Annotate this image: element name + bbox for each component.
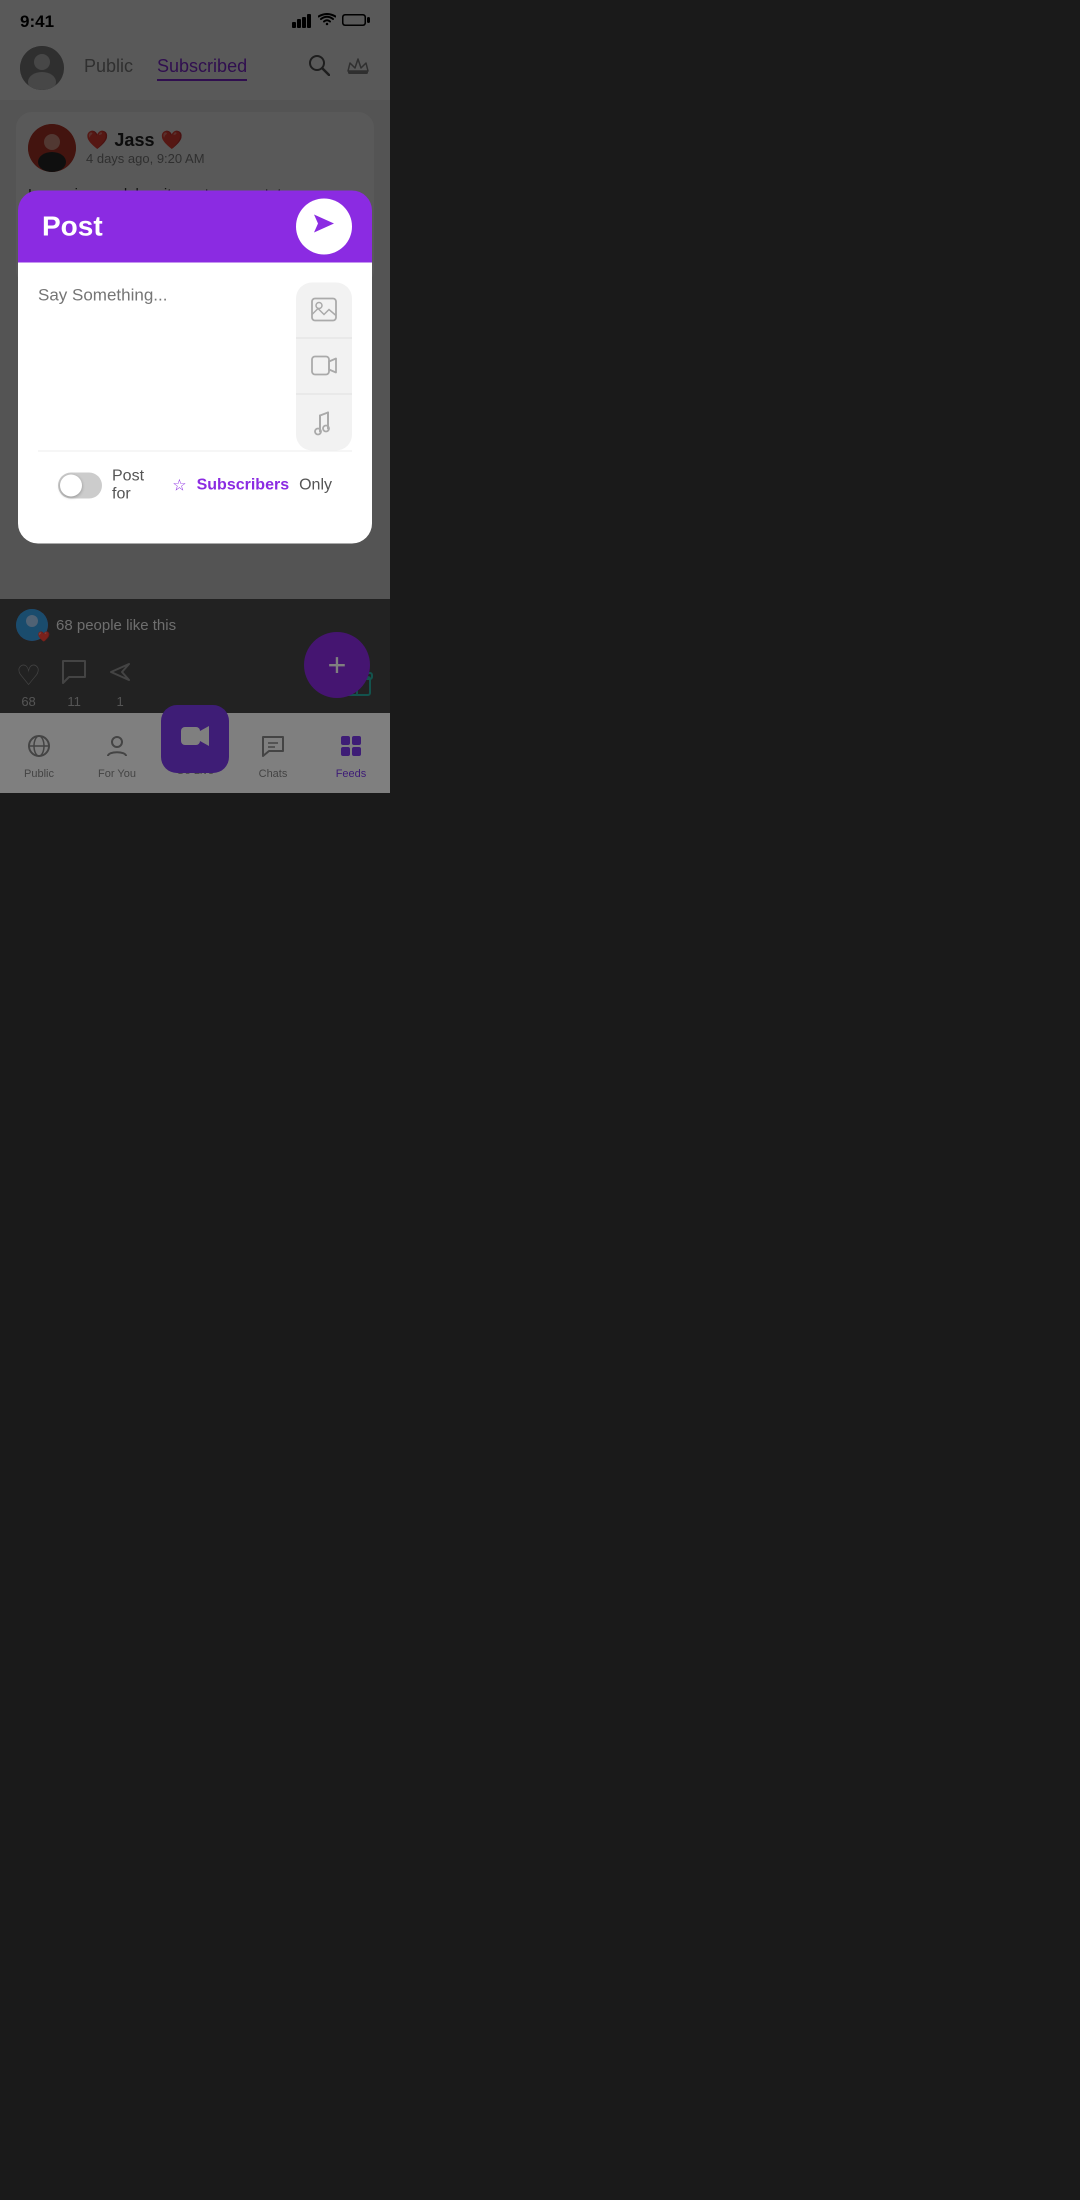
modal-header: Post: [18, 190, 372, 262]
media-buttons: [296, 282, 352, 450]
post-modal: Post: [18, 190, 372, 543]
image-button[interactable]: [296, 282, 352, 338]
only-label: Only: [299, 476, 332, 494]
subscribers-label[interactable]: Subscribers: [197, 476, 289, 494]
modal-footer: Post for ☆ Subscribers Only: [38, 450, 352, 523]
modal-overlay: Post: [0, 0, 390, 793]
send-icon: [312, 212, 336, 240]
modal-title: Post: [42, 210, 103, 242]
modal-body: Post for ☆ Subscribers Only: [18, 262, 372, 543]
star-icon: ☆: [172, 475, 186, 495]
music-button[interactable]: [296, 394, 352, 450]
send-button[interactable]: [296, 198, 352, 254]
subscribers-toggle[interactable]: [58, 472, 102, 498]
post-text-input[interactable]: [38, 282, 286, 450]
post-for-label: Post for: [112, 467, 162, 503]
video-button[interactable]: [296, 338, 352, 394]
